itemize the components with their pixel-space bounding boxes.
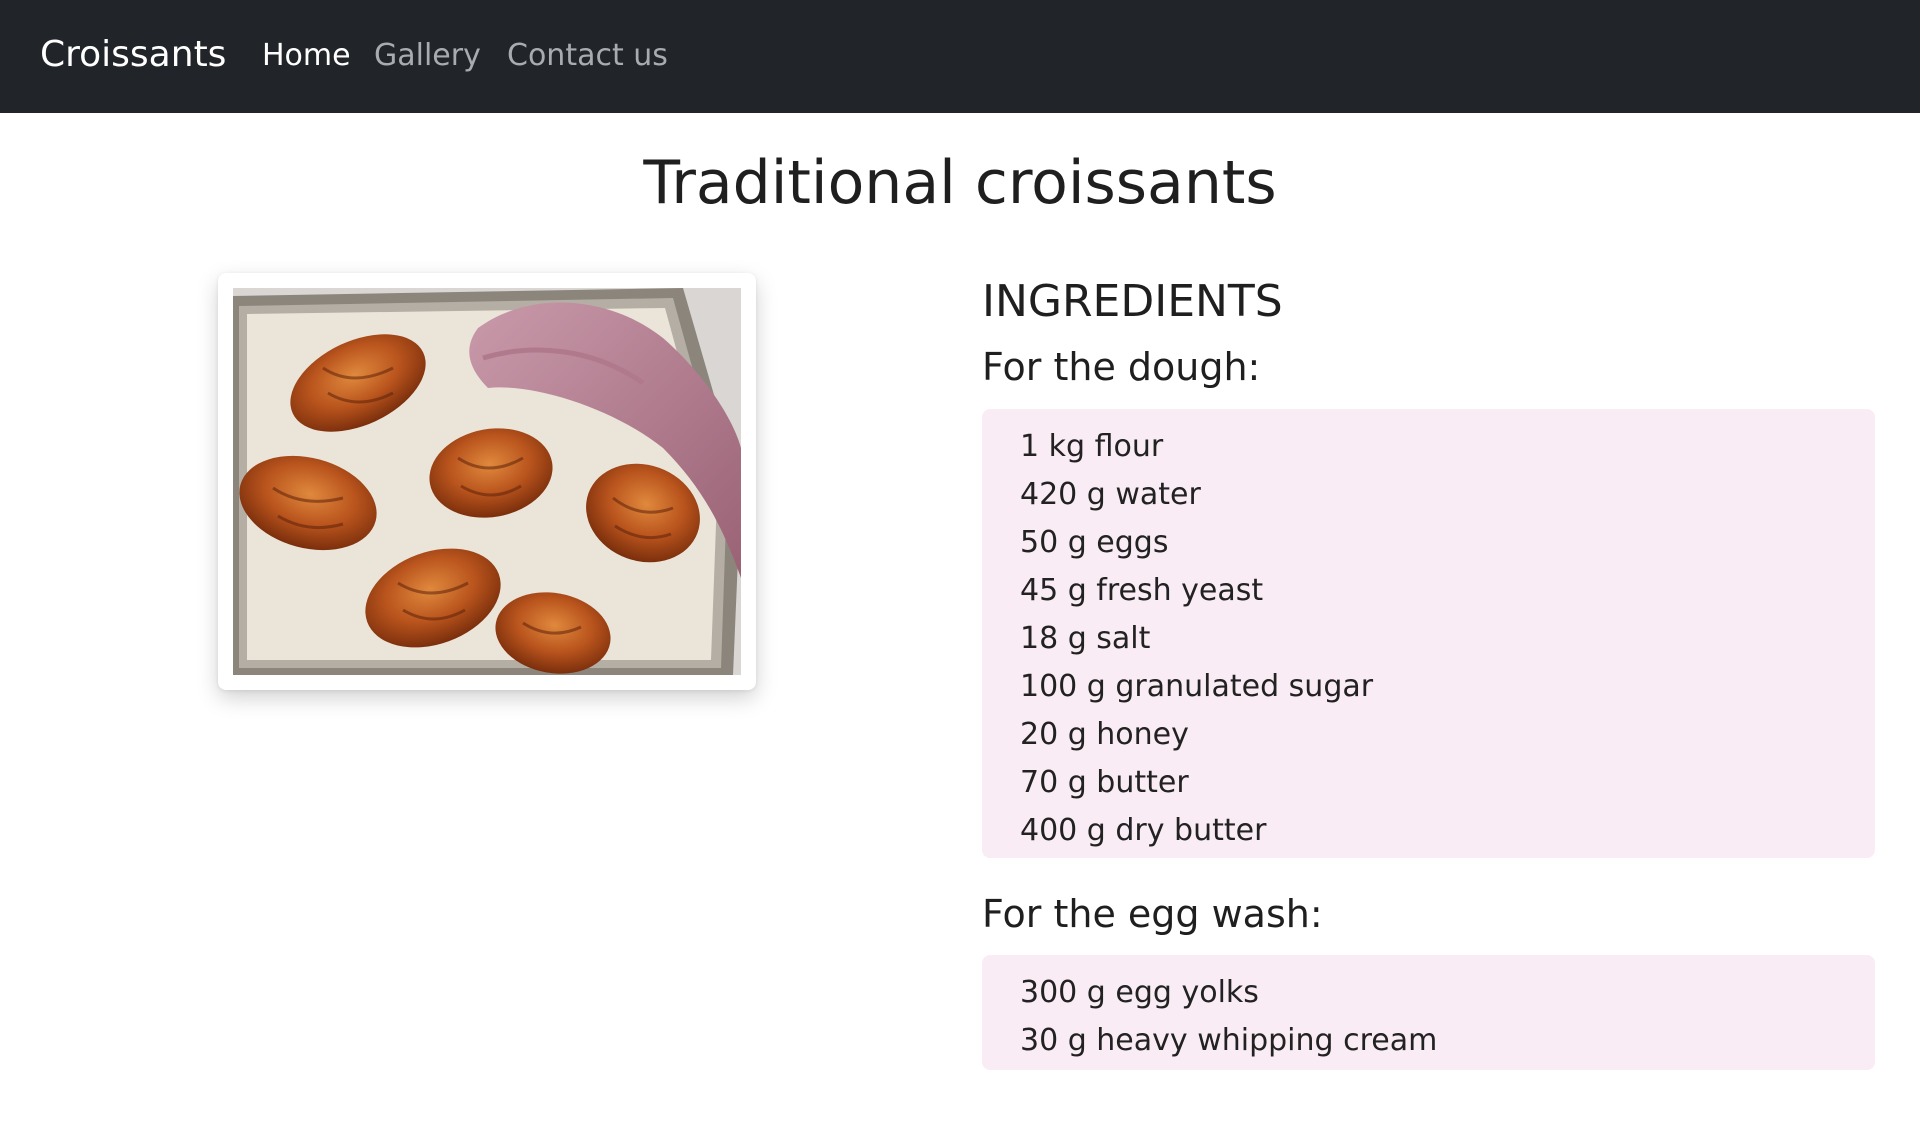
list-item: 20 g honey xyxy=(1020,717,1189,752)
page-title: Traditional croissants xyxy=(643,148,1277,218)
croissant-photo xyxy=(233,288,741,675)
brand-link[interactable]: Croissants xyxy=(40,30,226,80)
egg-wash-heading: For the egg wash: xyxy=(982,892,1323,936)
list-item: 1 kg flour xyxy=(1020,429,1164,464)
list-item: 400 g dry butter xyxy=(1020,813,1267,848)
list-item: 45 g fresh yeast xyxy=(1020,573,1264,608)
list-item: 30 g heavy whipping cream xyxy=(1020,1023,1438,1058)
nav-link-home[interactable]: Home xyxy=(262,34,351,78)
ingredients-heading: INGREDIENTS xyxy=(982,276,1283,327)
dough-ingredient-list: 1 kg flour 420 g water 50 g eggs 45 g fr… xyxy=(982,409,1875,858)
dough-heading: For the dough: xyxy=(982,345,1261,389)
list-item: 300 g egg yolks xyxy=(1020,975,1259,1010)
nav-link-contact[interactable]: Contact us xyxy=(507,34,668,78)
list-item: 18 g salt xyxy=(1020,621,1151,656)
list-item: 50 g eggs xyxy=(1020,525,1169,560)
list-item: 100 g granulated sugar xyxy=(1020,669,1374,704)
top-navbar: Croissants Home Gallery Contact us xyxy=(0,0,1920,113)
croissant-photo-card xyxy=(218,273,756,690)
nav-link-gallery[interactable]: Gallery xyxy=(374,34,481,78)
list-item: 420 g water xyxy=(1020,477,1201,512)
egg-wash-ingredient-list: 300 g egg yolks 30 g heavy whipping crea… xyxy=(982,955,1875,1070)
list-item: 70 g butter xyxy=(1020,765,1189,800)
